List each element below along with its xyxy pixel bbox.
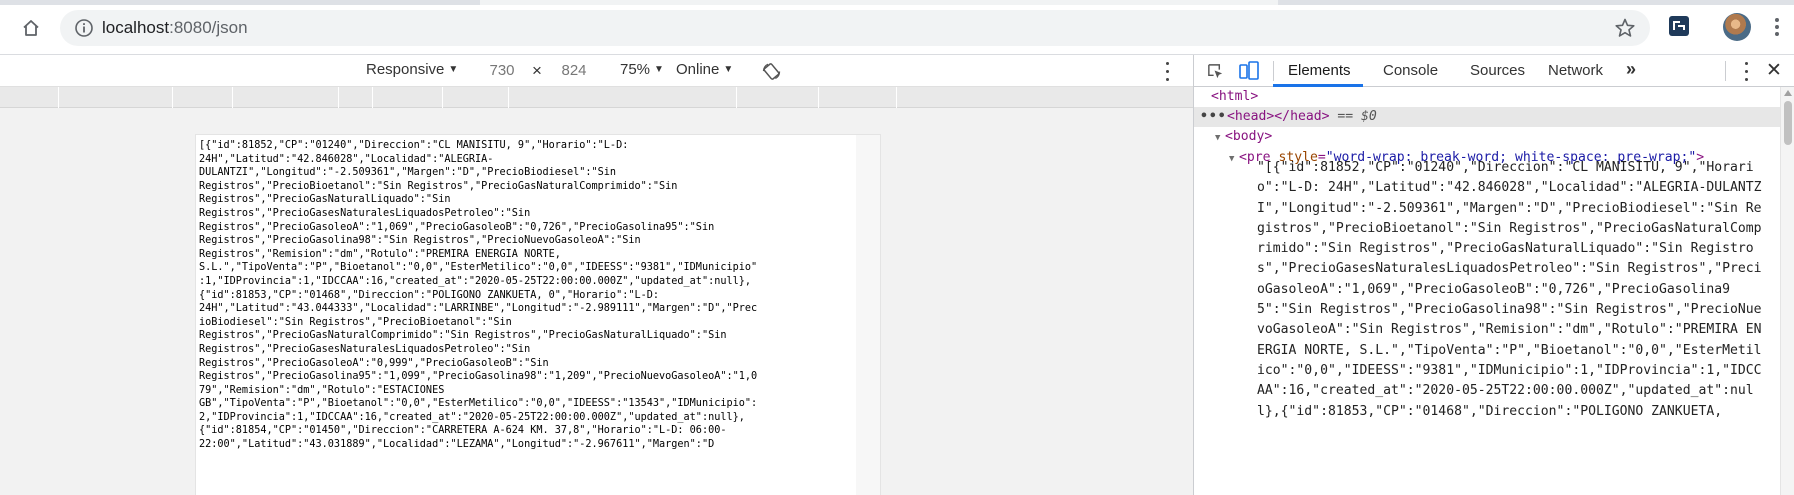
width-input[interactable]: 730	[472, 58, 532, 82]
rotate-icon[interactable]	[762, 62, 781, 81]
scroll-up-icon[interactable]	[1784, 90, 1792, 96]
devtools-menu-icon[interactable]	[1743, 62, 1749, 81]
tab-sources[interactable]: Sources	[1470, 62, 1525, 79]
expand-triangle-icon[interactable]: ▼	[1229, 149, 1239, 169]
devtools-scrollbar[interactable]	[1780, 87, 1794, 495]
page-gutter	[856, 135, 880, 495]
star-icon[interactable]	[1614, 17, 1636, 39]
tab-network[interactable]: Network	[1548, 62, 1603, 79]
device-toolbar-menu-icon[interactable]	[1164, 62, 1170, 81]
more-vertical-icon[interactable]	[1772, 15, 1782, 39]
tab-console[interactable]: Console	[1383, 62, 1438, 79]
info-icon[interactable]	[74, 18, 94, 38]
emulated-page[interactable]: [{"id":81852,"CP":"01240","Direccion":"C…	[196, 135, 880, 495]
home-icon	[23, 20, 39, 36]
throttle-select[interactable]: Online ▼	[676, 61, 733, 78]
scroll-thumb[interactable]	[1784, 101, 1792, 145]
devtools-panel: Elements Console Sources Network » ✕ <ht…	[1193, 55, 1794, 495]
dom-node-html[interactable]: <html>	[1194, 87, 1780, 107]
body-tag: <body>	[1225, 129, 1273, 144]
media-query-bar[interactable]	[0, 87, 1193, 108]
dom-text-node[interactable]: "[{"id":81852,"CP":"01240","Direccion":"…	[1257, 158, 1767, 422]
caret-down-icon: ▼	[723, 64, 734, 75]
browser-toolbar: localhost:8080/json	[0, 0, 1794, 55]
expand-triangle-icon[interactable]: ▼	[1215, 128, 1225, 148]
dom-node-head[interactable]: ••• <head></head> == $0	[1194, 107, 1780, 127]
home-button[interactable]	[18, 15, 44, 41]
zoom-select[interactable]: 75% ▼	[620, 61, 664, 78]
address-bar[interactable]: localhost:8080/json	[60, 10, 1650, 46]
throttle-label: Online	[676, 61, 720, 78]
device-viewport-area: [{"id":81852,"CP":"01240","Direccion":"C…	[0, 108, 1193, 495]
head-tag: <head></head>	[1227, 109, 1330, 124]
url-text[interactable]: localhost:8080/json	[102, 18, 248, 38]
tab-strip	[0, 0, 1794, 5]
device-label: Responsive	[366, 61, 445, 78]
dimension-separator: ×	[532, 61, 542, 80]
dom-node-body[interactable]: ▼ <body>	[1194, 127, 1780, 147]
more-tabs-icon[interactable]: »	[1626, 59, 1636, 80]
url-path: :8080/json	[169, 18, 248, 37]
json-response-text: [{"id":81852,"CP":"01240","Direccion":"C…	[199, 140, 758, 451]
selected-node-marker: == $0	[1337, 109, 1377, 124]
html-tag: <html>	[1211, 89, 1259, 104]
zoom-label: 75%	[620, 61, 651, 78]
device-toggle-icon[interactable]	[1238, 60, 1260, 82]
devtools-tabbar: Elements Console Sources Network » ✕	[1194, 55, 1794, 87]
inspect-element-icon[interactable]	[1206, 62, 1225, 81]
url-host: localhost	[102, 18, 170, 37]
device-toolbar: Responsive ▼ 730 × 824 75% ▼ Online ▼	[0, 55, 1193, 87]
caret-down-icon: ▼	[654, 64, 664, 75]
node-actions-icon[interactable]: •••	[1200, 107, 1227, 127]
device-select[interactable]: Responsive ▼	[366, 61, 458, 78]
tab-elements[interactable]: Elements	[1288, 62, 1351, 79]
caret-down-icon: ▼	[448, 64, 459, 75]
close-devtools-icon[interactable]: ✕	[1766, 59, 1782, 82]
profile-avatar[interactable]	[1723, 13, 1751, 41]
extension-icon[interactable]	[1668, 15, 1690, 37]
height-input[interactable]: 824	[544, 58, 604, 82]
